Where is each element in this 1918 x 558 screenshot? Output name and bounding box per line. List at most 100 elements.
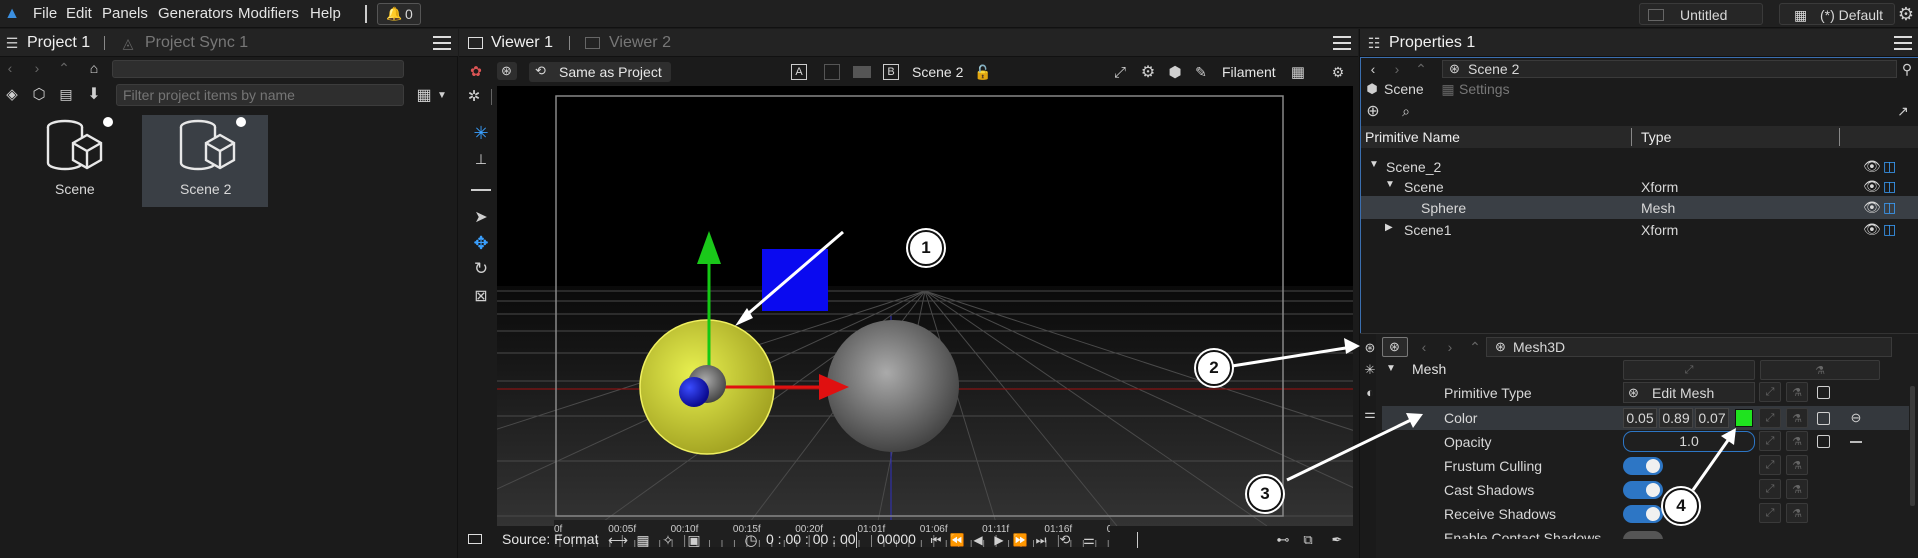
reset-icon[interactable]: ⊖ [1848, 410, 1864, 426]
link-button[interactable]: ⚗ [1786, 408, 1808, 428]
table-row[interactable]: ▼ Scene Xform 👁 ◫ [1361, 176, 1918, 198]
home-icon[interactable]: ⌂ [86, 60, 102, 76]
animate-button[interactable]: ⤢ [1759, 382, 1781, 402]
compare-mode-icon[interactable] [824, 64, 840, 80]
up-arrow-icon[interactable]: ⌃ [57, 60, 71, 76]
eye-icon[interactable]: 👁 [1863, 199, 1881, 216]
forward-arrow-icon[interactable]: › [1390, 61, 1404, 77]
override-checkbox[interactable] [1817, 435, 1830, 448]
wipe-icon[interactable] [853, 66, 871, 78]
scene-selector[interactable]: Scene 2 [912, 64, 963, 80]
override-checkbox[interactable] [1817, 412, 1830, 425]
cast-shadows-toggle[interactable] [1623, 481, 1663, 499]
color-r-field[interactable]: 0.05 [1623, 408, 1657, 428]
group-link-button[interactable]: ⚗ [1760, 360, 1880, 380]
override-checkbox[interactable] [1817, 386, 1830, 399]
select-arrow-icon[interactable]: ➤ [471, 207, 491, 227]
menu-edit[interactable]: Edit [66, 5, 92, 22]
move-tool-icon[interactable]: ✥ [471, 233, 491, 253]
back-arrow-icon[interactable]: ‹ [1418, 339, 1430, 355]
scale-tool-icon[interactable]: ⊠ [471, 286, 491, 306]
add-icon[interactable]: ⊕ [1364, 102, 1382, 120]
compare-b-button[interactable]: B [883, 64, 899, 80]
color-swatch[interactable] [1735, 409, 1753, 427]
document-title-field[interactable]: Untitled [1639, 3, 1763, 25]
material-icon[interactable]: ◐ [1362, 384, 1378, 400]
tab-viewer-2[interactable]: Viewer 2 [609, 34, 671, 52]
chevron-down-icon[interactable]: ▼ [436, 85, 448, 105]
tab-project-1[interactable]: Project 1 [27, 34, 90, 52]
skip-start-icon[interactable]: ⏮ [928, 532, 944, 548]
lock-icon[interactable]: 🔓 [974, 63, 991, 81]
camera-cube-icon[interactable]: ⬢ [1165, 62, 1185, 82]
menu-help[interactable]: Help [310, 5, 341, 22]
receive-shadows-toggle[interactable] [1623, 505, 1663, 523]
forward-arrow-icon[interactable]: › [1444, 339, 1456, 355]
menu-panels[interactable]: Panels [102, 5, 148, 22]
pin-icon[interactable]: ⚲ [1899, 61, 1915, 77]
instance-icon[interactable]: ◫ [1883, 158, 1896, 175]
inspector-breadcrumb[interactable]: ⊛ Mesh3D [1486, 337, 1892, 357]
snapshot-icon[interactable]: ▣ [685, 532, 703, 548]
inspector-scrollbar[interactable] [1910, 386, 1915, 506]
viewer-settings-icon[interactable]: ⚙ [1138, 62, 1158, 82]
column-type[interactable]: Type [1641, 129, 1671, 145]
notifications-button[interactable]: 🔔 0 [377, 3, 421, 25]
table-row[interactable]: ▶ Scene1 Xform 👁 ◫ [1361, 219, 1918, 241]
layout-selector[interactable]: ▦ (*) Default [1779, 3, 1895, 25]
viewer-menu-icon[interactable] [1333, 36, 1351, 50]
eye-icon[interactable]: 👁 [1863, 178, 1881, 195]
link-button[interactable]: ⚗ [1786, 431, 1808, 451]
exposure-button[interactable]: ⊛ [497, 62, 517, 80]
gear-icon[interactable]: ⚙ [1896, 4, 1916, 24]
frame-rate-dropdown[interactable]: ⟲ Same as Project [529, 62, 671, 82]
cube-icon[interactable]: ⬡ [30, 84, 48, 104]
link-button[interactable]: ⚗ [1786, 455, 1808, 475]
checker-icon[interactable]: ▦ [634, 532, 652, 548]
color-g-field[interactable]: 0.89 [1659, 408, 1693, 428]
animate-button[interactable]: ⤢ [1759, 455, 1781, 475]
chevron-down-icon[interactable]: ▼ [1385, 179, 1395, 190]
project-menu-icon[interactable] [433, 36, 451, 50]
forward-arrow-icon[interactable]: › [30, 60, 44, 76]
contact-shadows-toggle[interactable] [1623, 531, 1663, 539]
menu-modifiers[interactable]: Modifiers [238, 5, 299, 22]
gizmo-icon[interactable]: ✲ [465, 87, 483, 105]
step-forward-icon[interactable]: ⏩ [1012, 532, 1028, 548]
tab-properties-1[interactable]: Properties 1 [1389, 34, 1475, 52]
paint-icon[interactable]: ✎ [1191, 62, 1211, 82]
joystick-icon[interactable]: ⊥ [471, 149, 491, 169]
eye-icon[interactable]: 👁 [1863, 221, 1881, 238]
project-item-scene[interactable]: Scene [25, 115, 123, 207]
grid-display-icon[interactable]: ▦ [1288, 62, 1308, 82]
tab-settings[interactable]: Settings [1459, 81, 1510, 97]
color-b-field[interactable]: 0.07 [1695, 408, 1729, 428]
layers-icon[interactable]: ◈ [3, 84, 21, 104]
animate-button[interactable]: ⤢ [1759, 431, 1781, 451]
filter-input[interactable] [116, 84, 404, 106]
gizmo-axis-icon[interactable]: ✳ [471, 123, 491, 143]
gray-sphere[interactable] [827, 320, 959, 452]
timecode-display[interactable]: 0 : 00 : 00 : 00 [766, 531, 856, 547]
group-animate-button[interactable]: ⤢ [1623, 360, 1755, 380]
table-row-selected[interactable]: Sphere Mesh 👁 ◫ [1361, 196, 1918, 219]
menu-file[interactable]: File [33, 5, 57, 22]
animate-button[interactable]: ⤢ [1759, 408, 1781, 428]
bookmark-icon[interactable]: ⊷ [1274, 532, 1292, 548]
grid-view-icon[interactable]: ▦ [414, 85, 434, 105]
3d-viewport[interactable] [497, 86, 1353, 526]
external-link-icon[interactable]: ↗ [1894, 102, 1912, 120]
transform-icon[interactable]: ⤢ [1110, 62, 1130, 82]
toggles-icon[interactable]: ⚌ [1362, 406, 1378, 422]
back-arrow-icon[interactable]: ‹ [3, 60, 17, 76]
up-arrow-icon[interactable]: ⌃ [1414, 61, 1428, 77]
compare-layout-icon[interactable]: ⧉ [1299, 532, 1317, 548]
minus-icon[interactable] [1850, 441, 1862, 443]
animate-button[interactable]: ⤢ [1759, 503, 1781, 523]
tab-scene[interactable]: Scene [1384, 81, 1424, 97]
compare-a-button[interactable]: A [791, 64, 807, 80]
link-button[interactable]: ⚗ [1786, 479, 1808, 499]
project-item-scene-2[interactable]: Scene 2 [142, 115, 268, 207]
blue-cube[interactable] [762, 249, 828, 311]
skip-end-icon[interactable]: ⏭ [1033, 532, 1049, 548]
